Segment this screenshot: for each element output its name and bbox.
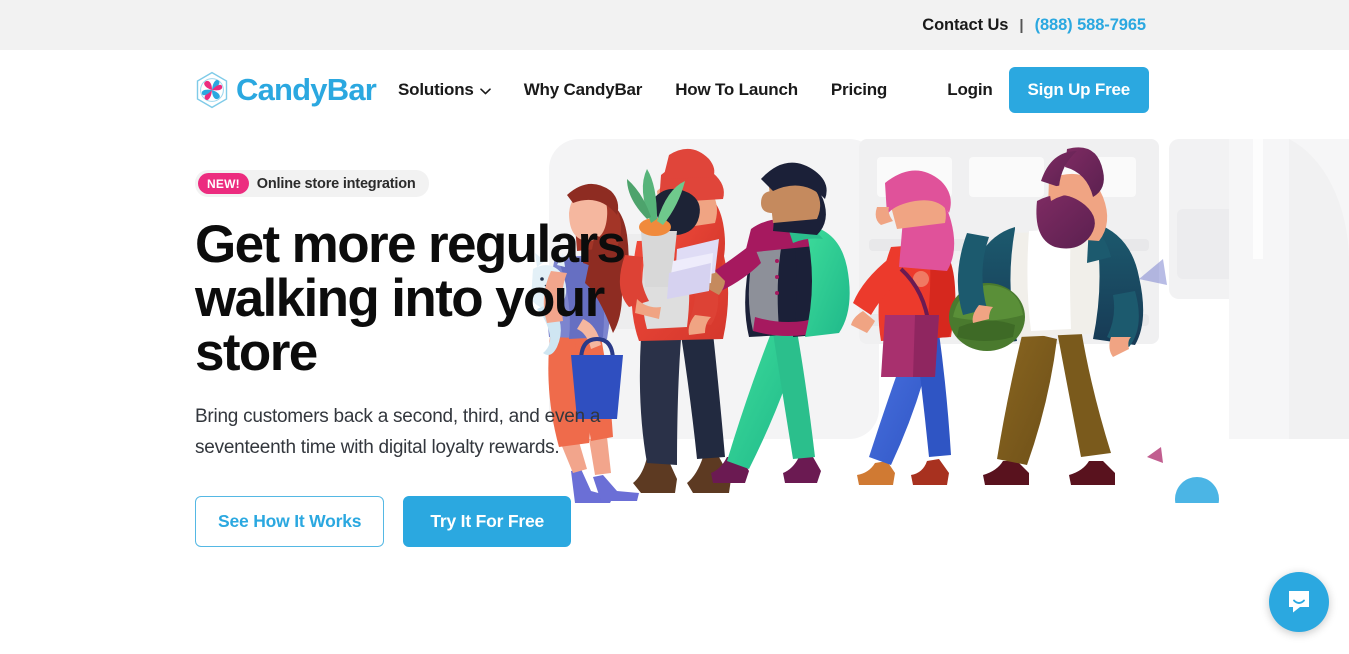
nav-item-pricing-label: Pricing: [830, 80, 888, 99]
brand-logo[interactable]: CandyBar: [195, 71, 377, 109]
chat-launcher-button[interactable]: [1269, 572, 1329, 632]
phone-number-link[interactable]: (888) 588-7965: [1035, 16, 1147, 35]
nav-link-list: Solutions Why CandyBar How To Launch Pri…: [398, 80, 887, 100]
hero-cta-row: See How It Works Try It For Free: [195, 496, 665, 547]
see-how-it-works-button[interactable]: See How It Works: [195, 496, 385, 547]
try-it-for-free-button[interactable]: Try It For Free: [403, 496, 572, 547]
new-tag: NEW!: [198, 173, 249, 194]
hero-copy: NEW! Online store integration Get more r…: [195, 130, 665, 547]
nav-item-pricing[interactable]: Pricing: [831, 80, 887, 100]
hero-headline: Get more regulars walking into your stor…: [195, 215, 626, 382]
chevron-down-icon: [479, 85, 491, 95]
utility-top-bar: Contact Us | (888) 588-7965: [0, 0, 1349, 50]
main-navigation: CandyBar Solutions Why CandyBar How To L…: [0, 50, 1349, 130]
new-feature-badge[interactable]: NEW! Online store integration: [195, 170, 429, 197]
nav-actions: Login Sign Up Free: [947, 67, 1149, 113]
candy-pinwheel-hexagon-logo-icon: [195, 71, 229, 109]
utility-bar-content: Contact Us | (888) 588-7965: [922, 16, 1146, 35]
nav-item-solutions-label: Solutions: [398, 80, 474, 99]
login-link[interactable]: Login: [947, 80, 992, 100]
chat-bubble-smile-icon: [1285, 587, 1313, 618]
nav-item-why-candybar-label: Why CandyBar: [523, 80, 643, 99]
nav-item-how-to-launch-label: How To Launch: [675, 80, 798, 99]
nav-item-solutions[interactable]: Solutions: [398, 80, 491, 100]
brand-name: CandyBar: [236, 72, 377, 107]
new-badge-label: Online store integration: [256, 175, 416, 192]
topbar-separator: |: [1019, 16, 1024, 34]
contact-us-link[interactable]: Contact Us: [922, 16, 1008, 35]
hero-subheadline: Bring customers back a second, third, an…: [195, 406, 601, 458]
hero-section: NEW! Online store integration Get more r…: [0, 130, 1349, 654]
nav-item-how-to-launch[interactable]: How To Launch: [675, 80, 798, 100]
nav-item-why-candybar[interactable]: Why CandyBar: [524, 80, 643, 100]
sign-up-free-button[interactable]: Sign Up Free: [1008, 67, 1149, 113]
